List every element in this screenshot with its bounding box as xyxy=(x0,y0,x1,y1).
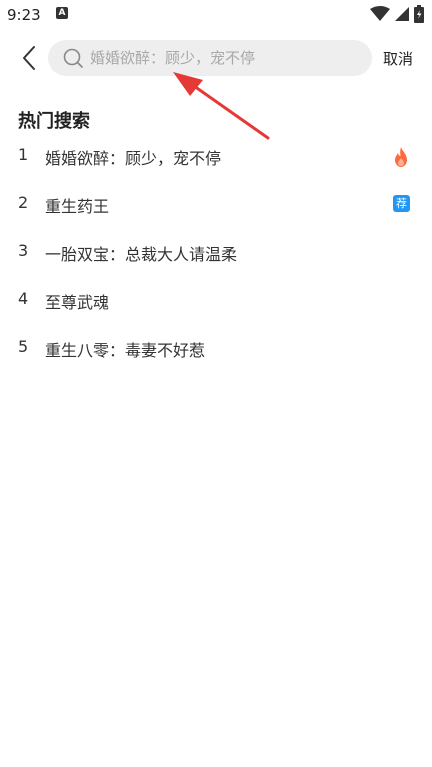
search-input[interactable] xyxy=(90,49,360,67)
hot-search-title-text: 一胎双宝：总裁大人请温柔 xyxy=(45,245,238,264)
hot-search-item[interactable]: 1 婚婚欲醉：顾少，宠不停 xyxy=(0,132,432,180)
recommend-badge: 荐 xyxy=(393,195,410,212)
back-button[interactable] xyxy=(14,43,44,73)
rank-number: 1 xyxy=(18,145,29,164)
notification-icon: A xyxy=(56,7,68,19)
rank-number: 2 xyxy=(18,193,29,212)
hot-search-item[interactable]: 2 重生药王 荐 xyxy=(0,180,432,228)
status-bar: 9:23 A xyxy=(0,0,432,30)
search-icon xyxy=(62,47,84,69)
fire-icon xyxy=(395,147,407,167)
hot-search-title-text: 重生药王 xyxy=(45,197,110,216)
rank-number: 5 xyxy=(18,337,29,356)
search-box[interactable] xyxy=(48,40,372,76)
status-icons xyxy=(370,5,424,23)
hot-search-title-text: 至尊武魂 xyxy=(45,293,110,312)
hot-search-item[interactable]: 3 一胎双宝：总裁大人请温柔 xyxy=(0,228,432,276)
hot-search-item[interactable]: 5 重生八零：毒妻不好惹 xyxy=(0,324,432,372)
hot-search-title-text: 重生八零：毒妻不好惹 xyxy=(45,341,206,360)
search-header: 取消 xyxy=(0,34,432,82)
rank-number: 3 xyxy=(18,241,29,260)
rank-number: 4 xyxy=(18,289,29,308)
hot-search-item[interactable]: 4 至尊武魂 xyxy=(0,276,432,324)
battery-icon xyxy=(414,5,424,23)
chevron-left-icon xyxy=(23,46,35,70)
status-time: 9:23 xyxy=(7,6,41,24)
signal-icon xyxy=(395,7,409,21)
wifi-icon xyxy=(370,6,390,21)
hot-search-list: 1 婚婚欲醉：顾少，宠不停 2 重生药王 荐 3 一胎双宝：总裁大人请温柔 4 … xyxy=(0,132,432,372)
hot-search-title-text: 婚婚欲醉：顾少，宠不停 xyxy=(45,149,222,168)
cancel-button[interactable]: 取消 xyxy=(383,48,413,69)
hot-search-title: 热门搜索 xyxy=(18,111,90,132)
